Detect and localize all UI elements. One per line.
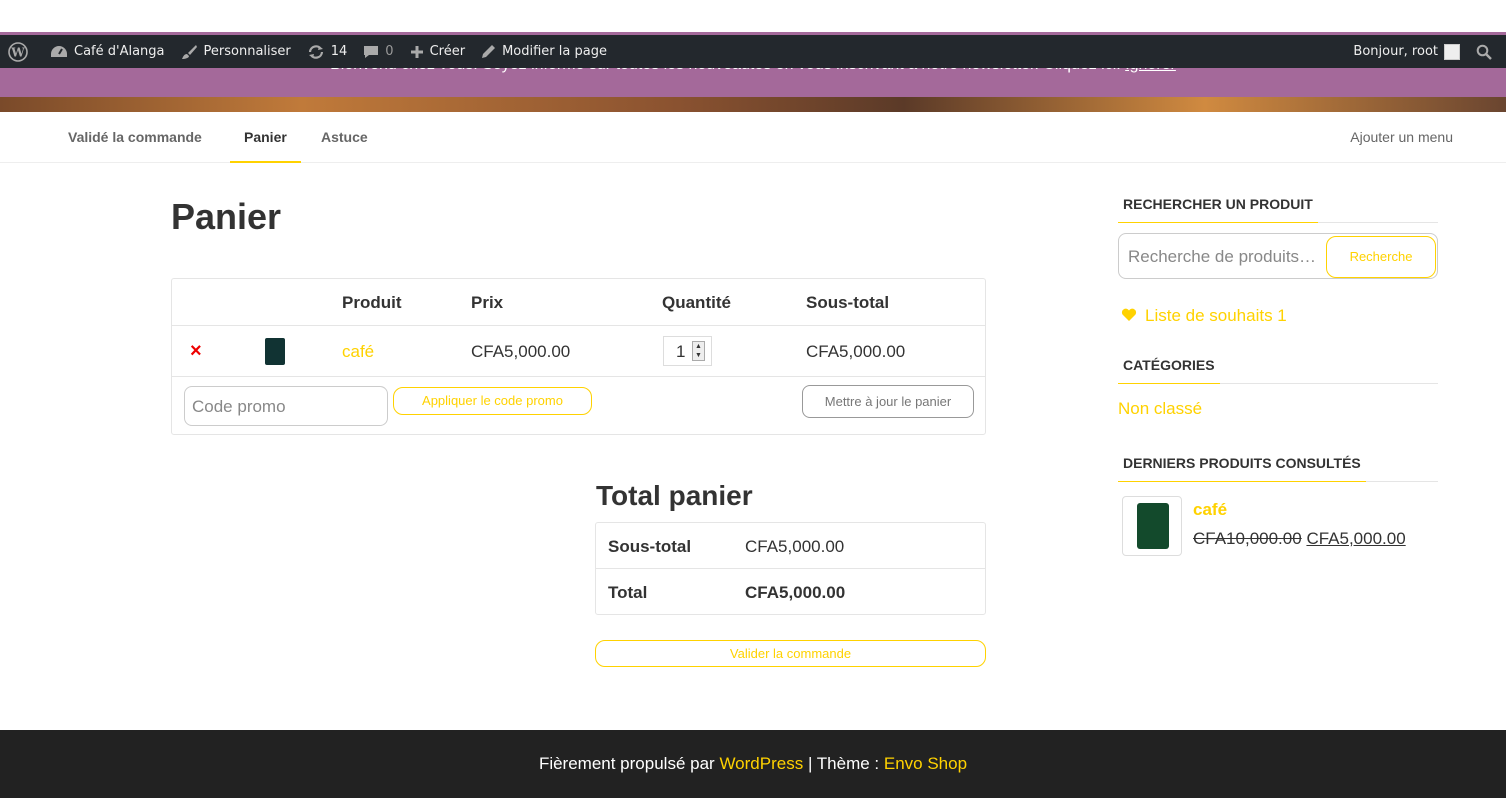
footer-separator: | Thème : xyxy=(807,754,880,773)
product-thumbnail[interactable] xyxy=(265,338,285,365)
apply-coupon-button[interactable]: Appliquer le code promo xyxy=(393,387,592,415)
edit-page-label: Modifier la page xyxy=(502,44,607,59)
admin-search-button[interactable] xyxy=(1468,35,1506,68)
categories-widget-title: CATÉGORIES xyxy=(1118,351,1438,384)
spin-arrows-icon[interactable]: ▲ ▼ xyxy=(692,341,705,361)
heart-icon xyxy=(1121,308,1137,321)
checkout-button[interactable]: Valider la commande xyxy=(595,640,986,667)
cart-totals-table: Sous-total CFA5,000.00 Total CFA5,000.00 xyxy=(595,522,986,615)
coupon-input[interactable]: Code promo xyxy=(184,386,388,426)
update-cart-button[interactable]: Mettre à jour le panier xyxy=(802,385,974,418)
comments-count: 0 xyxy=(385,44,394,59)
total-value: CFA5,000.00 xyxy=(745,583,846,602)
new-content-label: Créer xyxy=(429,44,466,59)
header-price: Prix xyxy=(471,293,504,312)
product-subtotal: CFA5,000.00 xyxy=(806,342,906,361)
new-content-link[interactable]: Créer xyxy=(402,35,473,68)
product-search-input[interactable]: Recherche de produits… xyxy=(1128,247,1326,267)
dashboard-icon xyxy=(51,45,67,57)
customize-label: Personnaliser xyxy=(203,44,291,59)
subtotal-label: Sous-total xyxy=(608,537,692,556)
product-link[interactable]: café xyxy=(342,342,374,362)
remove-item-icon[interactable]: × xyxy=(190,340,202,363)
old-price: CFA10,000.00 xyxy=(1193,529,1302,548)
brush-icon xyxy=(181,44,197,59)
comments-link[interactable]: 0 xyxy=(355,35,401,68)
plus-icon xyxy=(410,45,423,58)
comment-icon xyxy=(364,45,379,58)
header-quantity: Quantité xyxy=(662,293,731,312)
search-button[interactable]: Recherche xyxy=(1326,236,1436,278)
avatar xyxy=(1444,43,1460,60)
total-row: Total CFA5,000.00 xyxy=(596,569,985,615)
recent-product-thumbnail[interactable] xyxy=(1122,496,1182,556)
sale-price: CFA5,000.00 xyxy=(1306,529,1406,548)
subtotal-row: Sous-total CFA5,000.00 xyxy=(596,523,985,569)
cart-table-header: Produit Prix Quantité Sous-total xyxy=(172,279,985,326)
customize-link[interactable]: Personnaliser xyxy=(173,35,299,68)
cart-totals-title: Total panier xyxy=(596,480,753,511)
product-search-form: Recherche de produits… Recherche xyxy=(1118,233,1438,279)
svg-text:W: W xyxy=(10,45,25,59)
table-row: × café CFA5,000.00 1 ▲ ▼ CFA5,000.00 xyxy=(172,326,985,377)
recent-product-price: CFA10,000.00 CFA5,000.00 xyxy=(1193,529,1406,549)
subtotal-value: CFA5,000.00 xyxy=(745,537,845,556)
recent-product-link[interactable]: café xyxy=(1193,500,1227,520)
search-widget-title: RECHERCHER UN PRODUIT xyxy=(1118,190,1438,223)
header-subtotal: Sous-total xyxy=(806,293,890,312)
site-name-link[interactable]: Café d'Alanga xyxy=(42,35,173,68)
category-link[interactable]: Non classé xyxy=(1118,399,1202,419)
updates-count: 14 xyxy=(330,44,348,59)
site-name: Café d'Alanga xyxy=(74,44,165,59)
page-title: Panier xyxy=(171,196,282,237)
footer-prefix: Fièrement propulsé par xyxy=(538,754,715,773)
quantity-value: 1 xyxy=(676,342,686,361)
nav-item-checkout[interactable]: Validé la commande xyxy=(54,112,216,163)
header-product: Produit xyxy=(342,293,402,312)
main-navigation: Validé la commande Panier Astuce Ajouter… xyxy=(0,112,1506,163)
quantity-stepper[interactable]: 1 ▲ ▼ xyxy=(663,336,712,366)
wishlist-link[interactable]: Liste de souhaits 1 xyxy=(1121,306,1287,326)
total-label: Total xyxy=(608,583,648,602)
theme-link[interactable]: Envo Shop xyxy=(884,754,967,773)
product-price: CFA5,000.00 xyxy=(471,342,571,361)
header-image xyxy=(0,97,1506,112)
top-strip xyxy=(0,0,1506,32)
updates-link[interactable]: 14 xyxy=(299,35,356,68)
nav-item-astuce[interactable]: Astuce xyxy=(307,112,382,163)
cart-table: Produit Prix Quantité Sous-total × café … xyxy=(171,278,986,435)
coffee-package-image xyxy=(1137,503,1169,549)
updates-icon xyxy=(308,44,323,59)
wordpress-icon: W xyxy=(8,41,28,62)
footer: Fièrement propulsé par WordPress | Thème… xyxy=(0,730,1506,798)
my-account-link[interactable]: Bonjour, root xyxy=(1345,35,1468,68)
recent-products-title: DERNIERS PRODUITS CONSULTÉS xyxy=(1118,449,1438,482)
search-icon xyxy=(1476,44,1492,60)
pencil-icon xyxy=(482,45,496,58)
greeting: Bonjour, root xyxy=(1353,44,1438,59)
admin-bar: W Café d'Alanga Personnaliser 14 0 Créer… xyxy=(0,35,1506,68)
add-menu-link[interactable]: Ajouter un menu xyxy=(1350,112,1453,163)
edit-page-link[interactable]: Modifier la page xyxy=(473,35,615,68)
wordpress-link[interactable]: WordPress xyxy=(719,754,803,773)
wordpress-logo-button[interactable]: W xyxy=(0,35,42,68)
nav-item-cart[interactable]: Panier xyxy=(230,112,301,163)
